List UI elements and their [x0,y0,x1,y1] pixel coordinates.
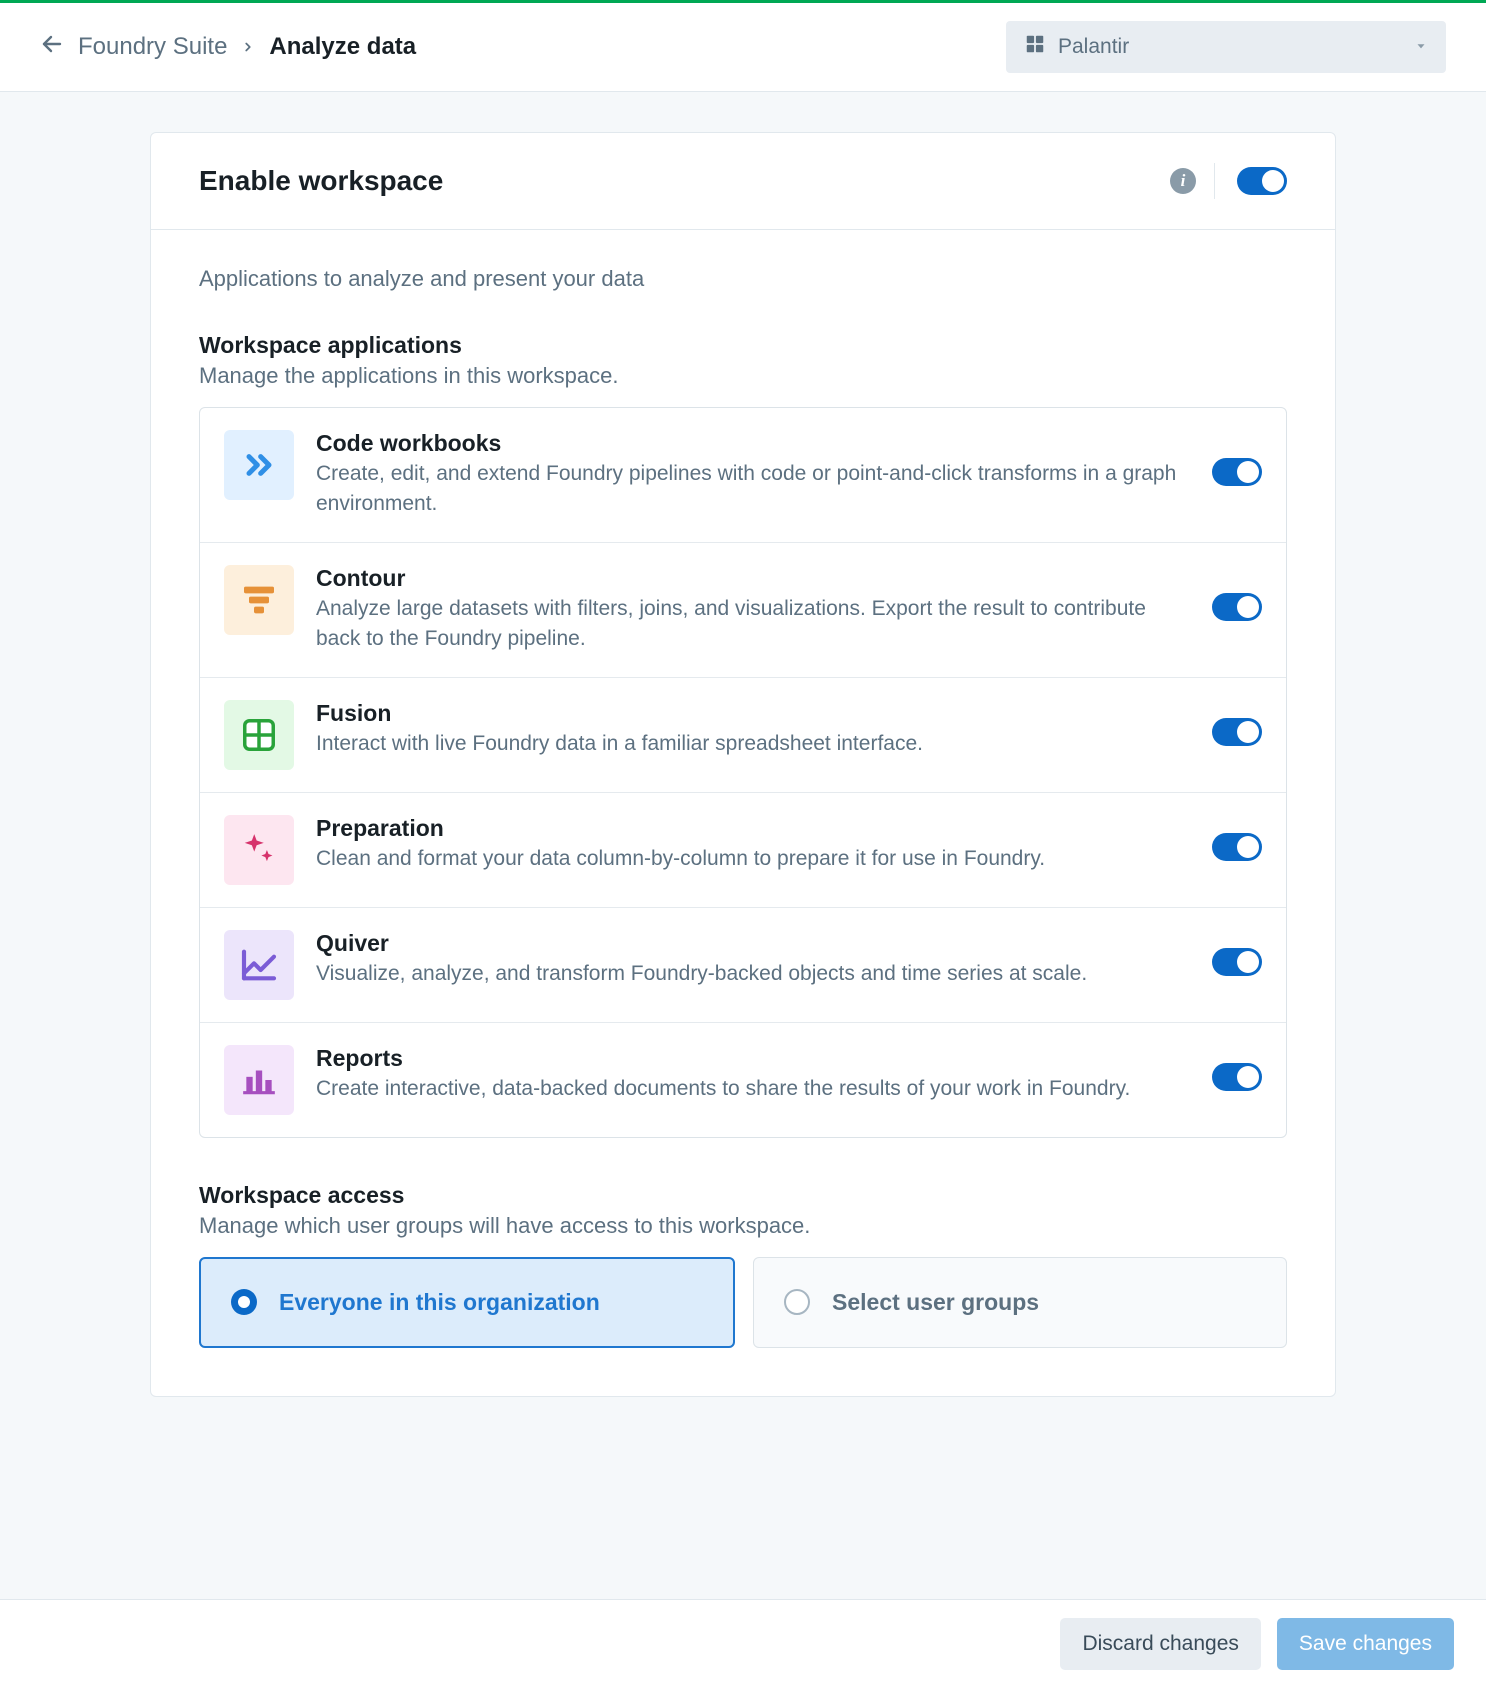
breadcrumb-current: Analyze data [269,33,416,61]
info-icon[interactable]: i [1170,168,1196,194]
bar-chart-icon [224,1045,294,1115]
divider [1214,163,1215,199]
caret-down-icon [1414,35,1428,59]
app-description: Visualize, analyze, and transform Foundr… [316,959,1178,989]
discard-changes-button[interactable]: Discard changes [1060,1618,1260,1670]
panel-header: Enable workspace i [151,133,1335,230]
breadcrumb: Foundry Suite Analyze data [40,32,416,63]
double-chevron-icon [224,430,294,500]
app-toggle[interactable] [1212,833,1262,861]
app-toggle[interactable] [1212,458,1262,486]
app-row: QuiverVisualize, analyze, and transform … [200,908,1286,1023]
breadcrumb-parent[interactable]: Foundry Suite [78,33,227,61]
app-description: Create interactive, data-backed document… [316,1074,1178,1104]
panel-title: Enable workspace [199,165,1170,197]
access-option-label: Everyone in this organization [279,1289,600,1316]
app-row: PreparationClean and format your data co… [200,793,1286,908]
funnel-icon [224,565,294,635]
access-option-select-groups[interactable]: Select user groups [753,1257,1287,1348]
chevron-right-icon [241,33,255,61]
grid-icon [224,700,294,770]
organization-name: Palantir [1058,35,1129,59]
app-name: Fusion [316,700,1178,727]
workspace-panel: Enable workspace i Applications to analy… [150,132,1336,1397]
apps-section-subtitle: Manage the applications in this workspac… [199,363,1287,389]
app-name: Code workbooks [316,430,1178,457]
access-section-title: Workspace access [199,1182,1287,1209]
save-changes-button[interactable]: Save changes [1277,1618,1454,1670]
app-description: Create, edit, and extend Foundry pipelin… [316,459,1178,520]
app-row: Code workbooksCreate, edit, and extend F… [200,408,1286,543]
back-arrow-icon[interactable] [40,32,64,63]
app-description: Interact with live Foundry data in a fam… [316,729,1178,759]
app-name: Contour [316,565,1178,592]
app-name: Reports [316,1045,1178,1072]
enable-workspace-toggle[interactable] [1237,167,1287,195]
top-bar: Foundry Suite Analyze data Palantir [0,0,1486,92]
organization-icon [1024,33,1046,61]
app-description: Clean and format your data column-by-col… [316,844,1178,874]
line-chart-icon [224,930,294,1000]
app-name: Quiver [316,930,1178,957]
organization-selector[interactable]: Palantir [1006,21,1446,73]
access-section-subtitle: Manage which user groups will have acces… [199,1213,1287,1239]
app-row: ReportsCreate interactive, data-backed d… [200,1023,1286,1137]
panel-description: Applications to analyze and present your… [199,266,1287,292]
app-row: FusionInteract with live Foundry data in… [200,678,1286,793]
app-name: Preparation [316,815,1178,842]
app-toggle[interactable] [1212,948,1262,976]
app-toggle[interactable] [1212,1063,1262,1091]
app-toggle[interactable] [1212,593,1262,621]
app-description: Analyze large datasets with filters, joi… [316,594,1178,655]
apps-section-title: Workspace applications [199,332,1287,359]
sparkle-icon [224,815,294,885]
app-list: Code workbooksCreate, edit, and extend F… [199,407,1287,1138]
radio-checked-icon [231,1289,257,1315]
app-row: ContourAnalyze large datasets with filte… [200,543,1286,678]
app-toggle[interactable] [1212,718,1262,746]
radio-unchecked-icon [784,1289,810,1315]
access-option-label: Select user groups [832,1289,1039,1316]
access-option-everyone[interactable]: Everyone in this organization [199,1257,735,1348]
access-options: Everyone in this organization Select use… [199,1257,1287,1348]
footer-bar: Discard changes Save changes [0,1599,1486,1688]
